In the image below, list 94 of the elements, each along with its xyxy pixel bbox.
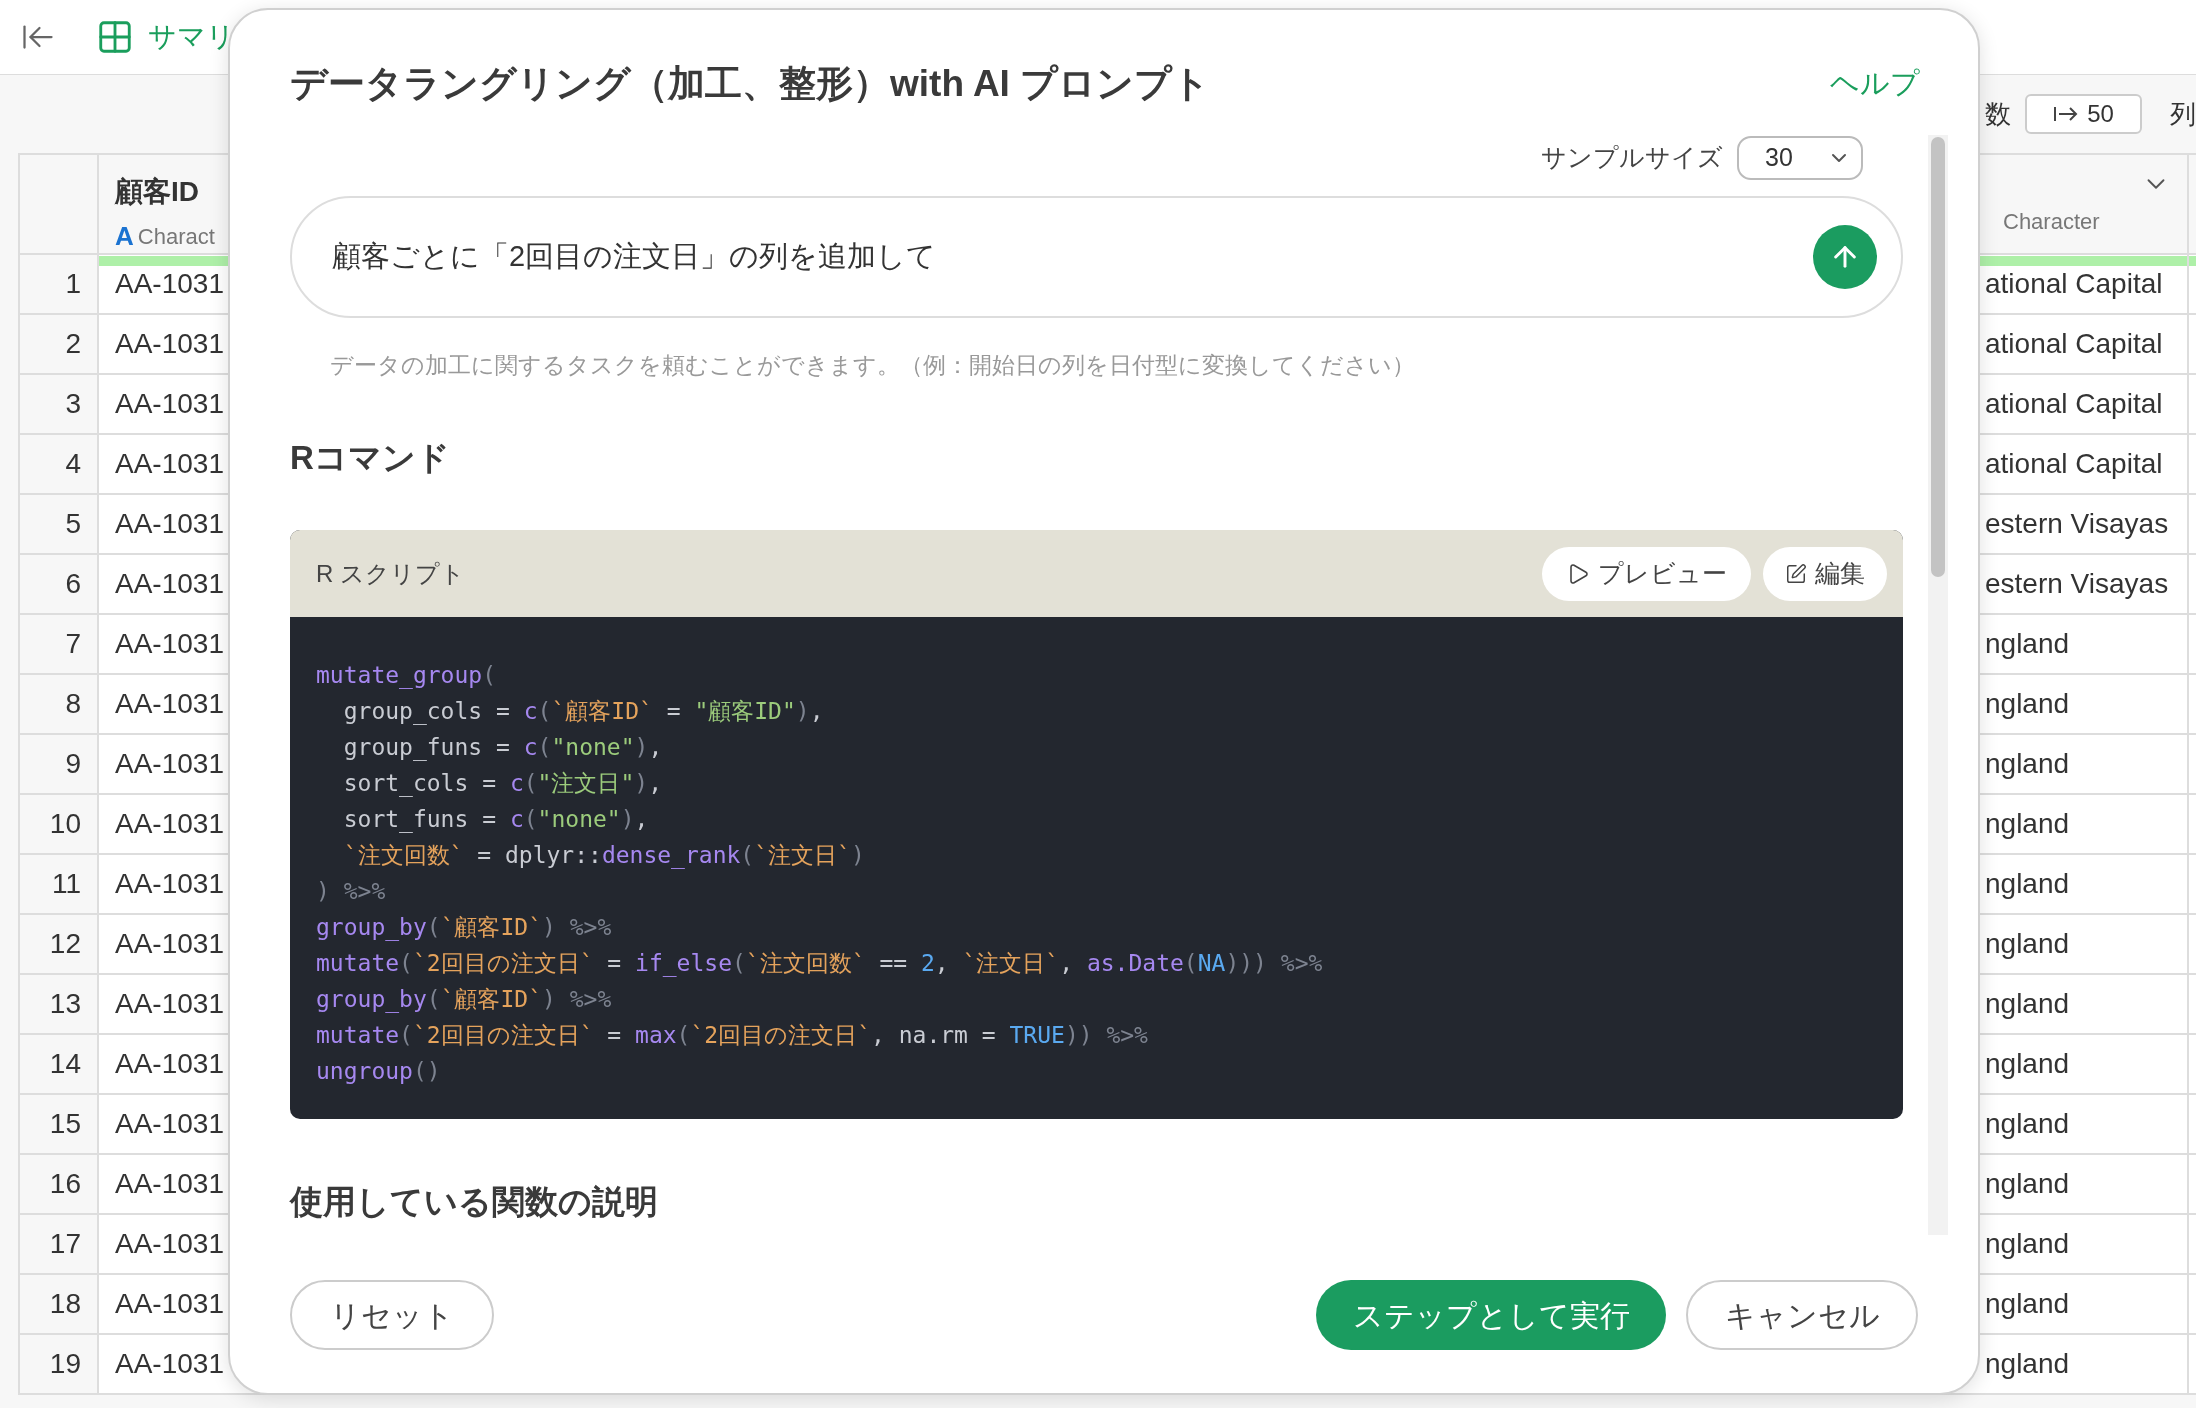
section-heading: Rコマンド (290, 437, 451, 478)
edit-icon (1785, 562, 1807, 585)
table-cell: ngland (1983, 1275, 2189, 1333)
sample-size-select[interactable]: 30 (1737, 136, 1863, 180)
section-heading: 使用している関数の説明 (290, 1182, 659, 1222)
reset-button[interactable]: リセット (290, 1280, 494, 1350)
preview-button[interactable]: プレビュー (1542, 546, 1751, 601)
edit-button[interactable]: 編集 (1763, 546, 1887, 601)
code-line: group_funs = c("none"), (342, 733, 663, 763)
dialog-title: データラングリング（加工、整形）with AI プロンプト (290, 61, 1211, 106)
row-number: 7 (20, 615, 99, 673)
row-number: 12 (20, 915, 99, 973)
table-cell: ngland (1983, 855, 2189, 913)
table-cell: ational Capital (1983, 435, 2189, 493)
code-line: mutate_group( (316, 661, 497, 691)
table-cell: ngland (1983, 1095, 2189, 1153)
column-type: Character (2003, 208, 2101, 236)
grid-icon (96, 18, 134, 56)
code-line: ) %>% (316, 877, 386, 906)
table-cell-text: AA-1031 (114, 987, 225, 1021)
row-number: 9 (20, 735, 99, 793)
table-cell-text: AA-1031 (114, 687, 225, 721)
code-line: ungroup() (316, 1057, 441, 1086)
code-line: group_cols = c(`顧客ID` = "顧客ID"), (342, 697, 824, 727)
hint-text: データの加工に関するタスクを頼むことができます。（例：開始日の列を日付型に変換してください） (329, 351, 1416, 380)
table-cell: ngland (1983, 975, 2189, 1033)
table-cell: ational Capital (1983, 375, 2189, 433)
table-cell-text: AA-1031 (114, 1287, 225, 1321)
table-cell: ngland (1983, 1155, 2189, 1213)
row-number: 14 (20, 1035, 99, 1093)
row-number: 2 (20, 315, 99, 373)
table-cell-text: AA-1031 (114, 1347, 225, 1381)
row-number: 5 (20, 495, 99, 553)
column-count-label: 列 (2170, 97, 2196, 131)
code-line: mutate(`2回目の注文日` = max(`2回目の注文日`, na.rm = TRUE)) %>% (316, 1021, 1148, 1050)
table-cell: ngland (1983, 795, 2189, 853)
code-line: mutate(`2回目の注文日` = if_else(`注文回数` == 2, `注文日`, as.Date(NA))) %>% (316, 949, 1323, 979)
table-cell-text: AA-1031 (114, 267, 225, 301)
run-step-button[interactable]: ステップとして実行 (1316, 1280, 1666, 1350)
row-number: 11 (20, 855, 99, 913)
table-cell: ational Capital (1983, 255, 2189, 313)
table-cell-text: AA-1031 (114, 1167, 225, 1201)
table-cell-text: AA-1031 (114, 627, 225, 661)
row-number: 17 (20, 1215, 99, 1273)
column-type: Charact (137, 223, 215, 251)
header-color-bar (2189, 256, 2196, 266)
table-cell: ngland (1983, 1215, 2189, 1273)
table-cell: ngland (1983, 1035, 2189, 1093)
table-cell-text: AA-1031 (114, 327, 225, 361)
row-number: 8 (20, 675, 99, 733)
prompt-field[interactable]: 顧客ごとに「2回目の注文日」の列を追加して (290, 196, 1903, 318)
table-cell-text: AA-1031 (114, 567, 225, 601)
table-cell-text: AA-1031 (114, 807, 225, 841)
row-number: 15 (20, 1095, 99, 1153)
code-line: sort_funs = c("none"), (342, 805, 649, 835)
table-cell-text: AA-1031 (114, 447, 225, 481)
table-cell-text: AA-1031 (114, 1047, 225, 1081)
table-cell-text: AA-1031 (114, 867, 225, 901)
table-cell-text: AA-1031 (114, 747, 225, 781)
table-cell-text: AA-1031 (114, 507, 225, 541)
table-cell: ngland (1983, 1335, 2189, 1393)
row-number: 18 (20, 1275, 99, 1333)
table-cell-text: AA-1031 (114, 1107, 225, 1141)
table-cell: estern Visayas (1983, 495, 2189, 553)
code-line: group_by(`顧客ID`) %>% (316, 913, 612, 943)
table-cell-text: AA-1031 (114, 927, 225, 961)
table-cell-text: AA-1031 (114, 1227, 225, 1261)
row-number: 1 (20, 255, 99, 313)
sample-size-label: サンプルサイズ (1541, 142, 1723, 174)
table-cell: ngland (1983, 915, 2189, 973)
script-title: R スクリプト (316, 558, 465, 589)
table-cell: ational Capital (1983, 315, 2189, 373)
row-count-label: 数 (1985, 97, 2011, 131)
row-count-field[interactable]: 50 (2025, 94, 2142, 134)
table-cell: ngland (1983, 735, 2189, 793)
row-number: 3 (20, 375, 99, 433)
table-cell-text: AA-1031 (114, 387, 225, 421)
row-number: 6 (20, 555, 99, 613)
code-line: sort_cols = c("注文日"), (342, 769, 662, 799)
arrow-to-end-icon (2053, 104, 2080, 124)
column-header[interactable]: 顧客ID (115, 171, 230, 213)
table-cell: ngland (1983, 615, 2189, 673)
row-number: 19 (20, 1335, 99, 1393)
table-cell: estern Visayas (1983, 555, 2189, 613)
cancel-button[interactable]: キャンセル (1686, 1280, 1918, 1350)
code-line: `注文回数` = dplyr::dense_rank(`注文日`) (342, 841, 865, 871)
row-number: 16 (20, 1155, 99, 1213)
type-icon: A (115, 217, 134, 256)
scrollbar[interactable] (1928, 135, 1948, 1235)
row-number: 4 (20, 435, 99, 493)
code-line: group_by(`顧客ID`) %>% (316, 985, 612, 1015)
row-number: 10 (20, 795, 99, 853)
table-cell: ngland (1983, 675, 2189, 733)
row-number: 13 (20, 975, 99, 1033)
